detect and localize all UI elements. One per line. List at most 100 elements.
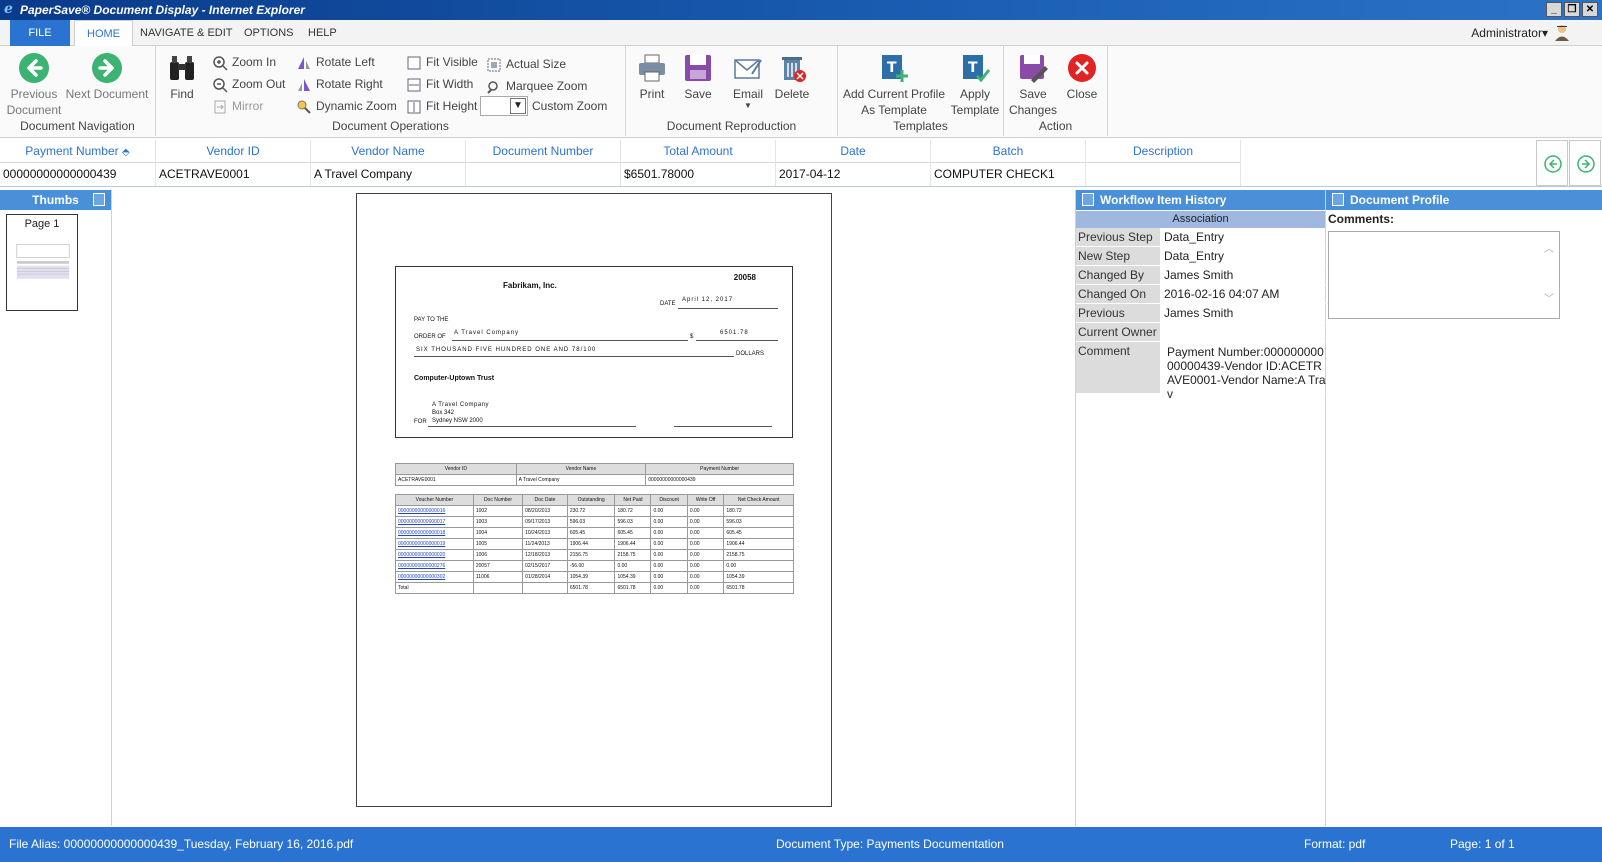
- col-header-payment-number[interactable]: Payment Number ⬘: [0, 140, 156, 163]
- dollar-sign: $: [690, 334, 694, 340]
- thumbs-panel: Thumbs Page 1: [0, 190, 112, 826]
- scroll-up-icon[interactable]: ︿: [1544, 240, 1554, 255]
- cell-batch[interactable]: COMPUTER CHECK1: [931, 163, 1086, 186]
- pay-to-label: PAY TO THE: [414, 317, 449, 323]
- table-row: 00000000000000018 1004 10/24/2013 605.45 605…: [395, 527, 794, 539]
- table-row: Total 6501.78 6501.78 0.00 0.00 6501.78: [395, 582, 794, 594]
- pin-icon[interactable]: [1332, 193, 1344, 206]
- fit-visible-button[interactable]: Fit Visible: [406, 52, 478, 72]
- check-date: April 12, 2017: [682, 297, 734, 303]
- workflow-row: Changed On 2016-02-16 04:07 AM: [1076, 285, 1326, 304]
- check-company: Fabrikam, Inc.: [503, 281, 557, 290]
- find-button[interactable]: Find: [164, 52, 200, 102]
- document-page: Fabrikam, Inc. 20058 DATE April 12, 2017…: [356, 193, 832, 807]
- table-row: 00000000000000302 11006 01/28/2014 1054.39 1…: [395, 571, 794, 583]
- grid-next-button[interactable]: [1569, 140, 1601, 186]
- page-indicator: Page: 1 of 1: [1450, 837, 1515, 851]
- fit-height-icon: [406, 99, 422, 115]
- col-header-batch[interactable]: Batch: [931, 140, 1086, 163]
- apply-template-button[interactable]: T Apply Template: [948, 52, 1002, 118]
- actual-size-button[interactable]: Actual Size: [486, 54, 566, 74]
- col-header-vendor-name[interactable]: Vendor Name: [311, 140, 466, 163]
- print-button[interactable]: Print: [632, 52, 672, 102]
- save-button[interactable]: Save: [678, 52, 718, 102]
- group-document-navigation: Previous Document Next Document Document…: [0, 46, 156, 136]
- window-title: PaperSave® Document Display - Internet E…: [20, 3, 305, 17]
- thumbnail-label: Page 1: [24, 218, 60, 230]
- document-profile-panel: Document Profile Comments: ︿ ﹀: [1326, 190, 1602, 826]
- pin-icon[interactable]: [1082, 193, 1094, 206]
- col-header-vendor-id[interactable]: Vendor ID: [156, 140, 311, 163]
- mirror-button[interactable]: Mirror: [212, 96, 263, 116]
- email-button[interactable]: Email ▼: [728, 52, 768, 110]
- fit-width-icon: [406, 77, 422, 93]
- group-label: Action: [1038, 119, 1073, 133]
- save-changes-button[interactable]: Save Changes: [1008, 52, 1058, 118]
- close-window-button[interactable]: ✕: [1582, 2, 1598, 17]
- amount-words: SIX THOUSAND FIVE HUNDRED ONE AND 78/100: [416, 347, 597, 353]
- save-changes-icon: [1020, 55, 1048, 83]
- user-menu[interactable]: Administrator▾: [1471, 26, 1548, 40]
- workflow-row-value: Payment Number:00000000000000439-Vendor …: [1167, 345, 1326, 401]
- cell-vendor-name[interactable]: A Travel Company: [311, 163, 466, 186]
- minimize-button[interactable]: _: [1546, 2, 1562, 17]
- rotate-left-button[interactable]: Rotate Left: [296, 52, 375, 72]
- tab-help[interactable]: HELP: [296, 20, 349, 46]
- table-row: 00000000000000276 20057 02/15/2017 -56.00 0.…: [395, 560, 794, 572]
- workflow-row: Comment Payment Number:00000000000000439-…: [1076, 342, 1326, 401]
- marquee-zoom-button[interactable]: Marquee Zoom: [486, 76, 587, 96]
- col-header-date[interactable]: Date: [776, 140, 931, 163]
- tab-home[interactable]: HOME: [74, 20, 133, 47]
- comments-textarea[interactable]: [1328, 231, 1560, 319]
- workflow-row-key: Changed On: [1076, 285, 1160, 303]
- dollars-label: DOLLARS: [736, 351, 765, 357]
- marquee-zoom-icon: [486, 79, 502, 95]
- table-row: 00000000000000020 1006 12/18/2013 2156.75 21…: [395, 549, 794, 561]
- group-templates: T Add Current Profile As Template T Appl…: [838, 46, 1004, 136]
- zoom-in-button[interactable]: Zoom In: [212, 52, 276, 72]
- pin-icon[interactable]: [93, 193, 105, 206]
- rotate-right-button[interactable]: Rotate Right: [296, 74, 383, 94]
- cell-total-amount[interactable]: $6501.78000: [621, 163, 776, 186]
- add-profile-template-button[interactable]: T Add Current Profile As Template: [842, 52, 946, 118]
- col-header-total-amount[interactable]: Total Amount: [621, 140, 776, 163]
- cell-date[interactable]: 2017-04-12: [776, 163, 931, 186]
- fit-height-button[interactable]: Fit Height: [406, 96, 477, 116]
- workflow-row-value: James Smith: [1164, 306, 1234, 320]
- next-document-button[interactable]: Next Document: [62, 52, 152, 102]
- cell-description[interactable]: [1086, 163, 1241, 186]
- delete-button[interactable]: Delete: [772, 52, 812, 102]
- previous-document-button[interactable]: Previous Document: [4, 52, 64, 118]
- close-button[interactable]: Close: [1060, 52, 1104, 102]
- rotate-left-icon: [296, 55, 312, 71]
- zoom-out-button[interactable]: Zoom Out: [212, 74, 285, 94]
- comments-label: Comments:: [1328, 212, 1395, 226]
- email-dropdown-icon[interactable]: ▼: [728, 102, 768, 110]
- workflow-row-value: 2016-02-16 04:07 AM: [1164, 287, 1280, 301]
- workflow-row-value: Data_Entry: [1164, 249, 1225, 263]
- tab-file[interactable]: FILE: [10, 20, 70, 46]
- dynamic-zoom-button[interactable]: Dynamic Zoom: [296, 96, 397, 116]
- check-number: 20058: [733, 273, 756, 282]
- grid-prev-button[interactable]: [1536, 140, 1568, 186]
- dynamic-zoom-icon: [296, 99, 312, 115]
- tab-navigate-edit[interactable]: NAVIGATE & EDIT: [128, 20, 245, 46]
- date-label: DATE: [660, 301, 676, 307]
- template-apply-icon: T: [963, 55, 991, 83]
- cell-vendor-id[interactable]: ACETRAVE0001: [156, 163, 311, 186]
- cell-document-number[interactable]: [466, 163, 621, 186]
- fit-width-button[interactable]: Fit Width: [406, 74, 473, 94]
- tab-options[interactable]: OPTIONS: [232, 20, 306, 46]
- page-thumbnail[interactable]: Page 1: [6, 214, 78, 311]
- col-header-document-number[interactable]: Document Number: [466, 140, 621, 163]
- cell-payment-number[interactable]: 00000000000000439: [0, 163, 156, 186]
- chevron-down-icon[interactable]: ▼: [510, 98, 526, 114]
- actual-size-icon: [486, 57, 502, 73]
- menu-bar: FILE HOME NAVIGATE & EDIT OPTIONS HELP A…: [0, 20, 1602, 47]
- col-header-description[interactable]: Description: [1086, 140, 1241, 163]
- custom-zoom-select[interactable]: ▼: [480, 96, 528, 116]
- scroll-down-icon[interactable]: ﹀: [1544, 290, 1554, 305]
- workflow-header: Workflow Item History: [1076, 190, 1325, 210]
- restore-button[interactable]: ❐: [1564, 2, 1580, 17]
- arrow-right-icon: [1577, 155, 1595, 173]
